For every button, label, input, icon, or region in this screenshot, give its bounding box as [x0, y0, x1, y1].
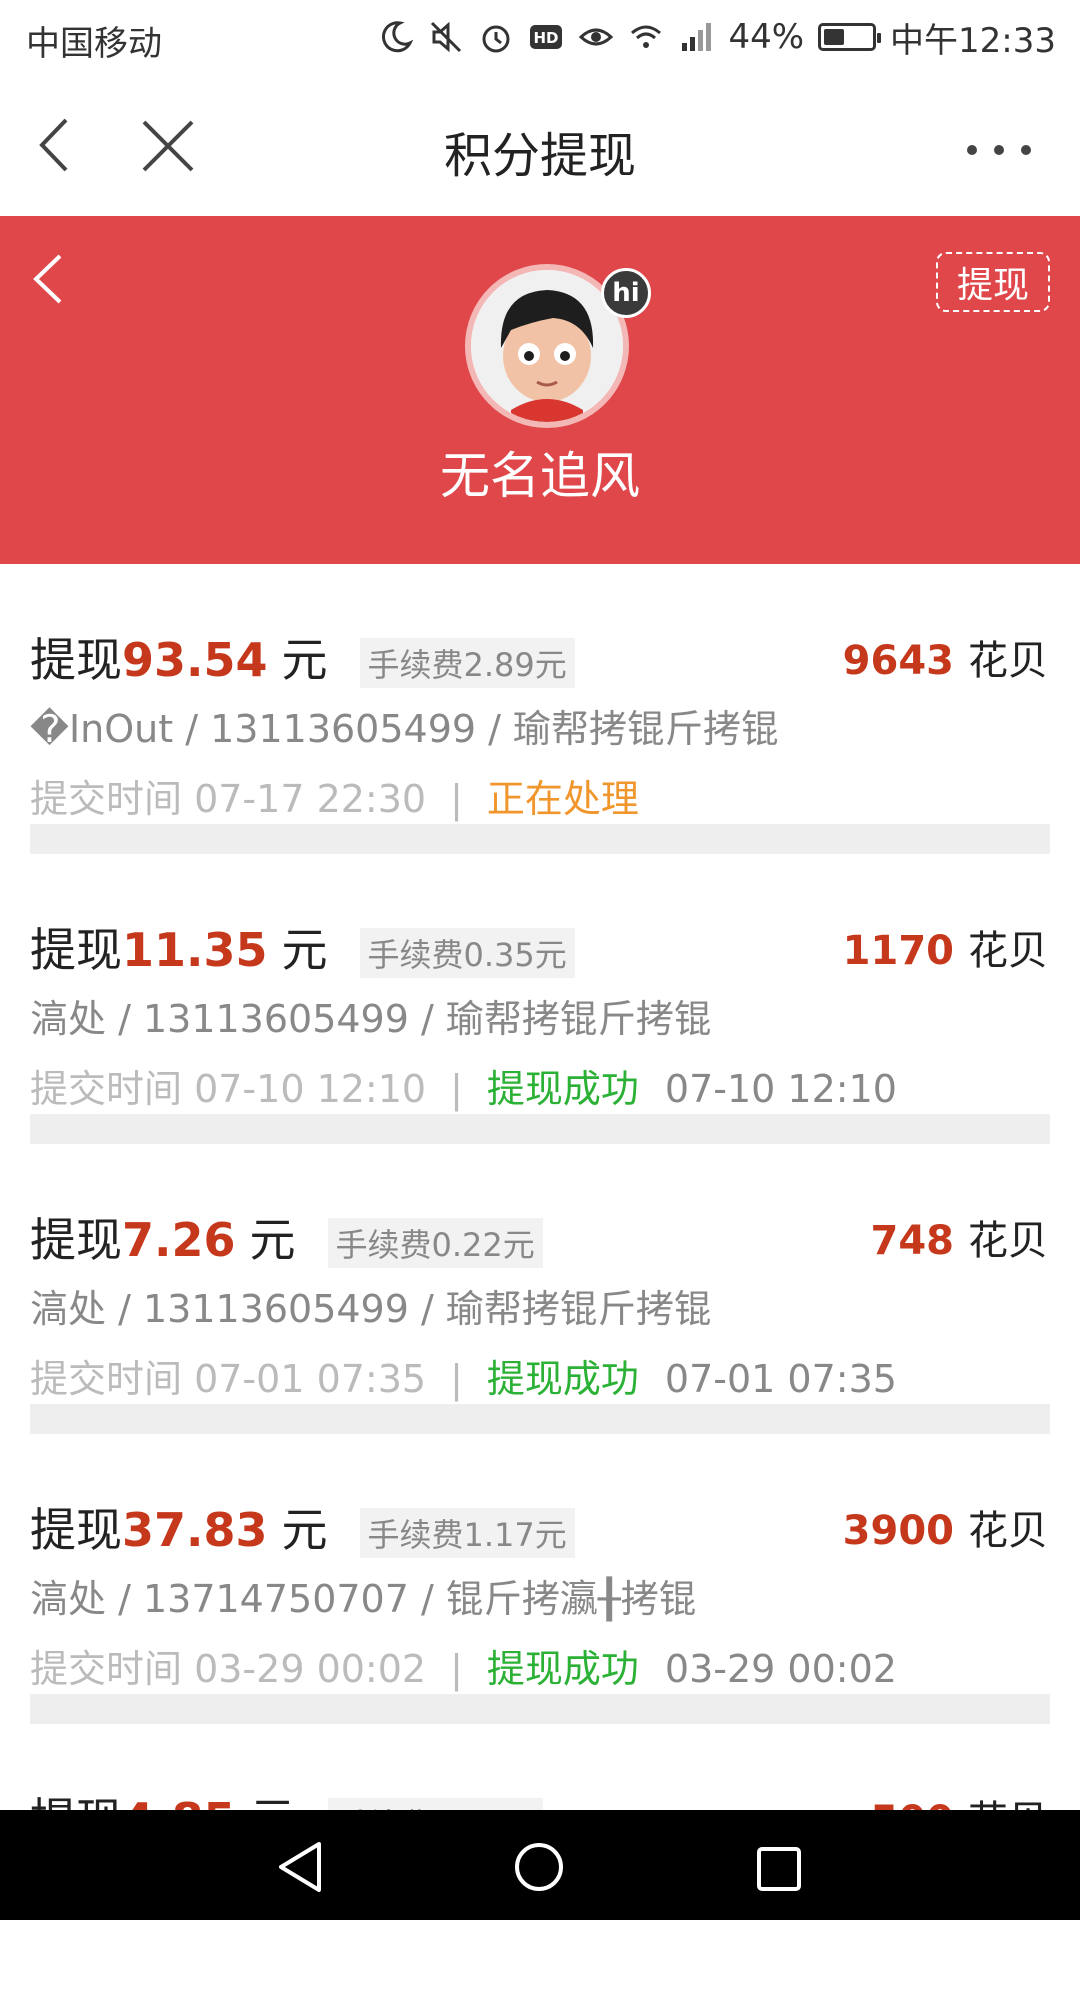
list-item[interactable]: 提现 11.35 元 手续费0.35元 1170 花贝 滈处 / 13113605…	[0, 854, 1080, 1144]
points-value: 9643	[842, 638, 954, 684]
submit-time: 提交时间 07-01 07:35	[30, 1357, 427, 1401]
svg-text:HD: HD	[534, 29, 559, 47]
list-item[interactable]: 提现 37.83 元 手续费1.17元 3900 花贝 滈处 / 13714750…	[0, 1434, 1080, 1724]
user-name: 无名追风	[440, 447, 640, 505]
separator: |	[450, 777, 463, 821]
system-back-icon[interactable]	[275, 1840, 325, 1894]
account-info: �InOut / 13113605499 / 瑜帮拷锟斤拷锟	[30, 707, 780, 751]
divider	[30, 824, 1050, 854]
moon-icon	[382, 21, 414, 53]
done-time: 03-29 00:02	[664, 1647, 897, 1691]
hd-icon: HD	[530, 25, 563, 49]
status-text: 提现成功	[486, 1357, 639, 1401]
record-meta: 提交时间 03-29 00:02 | 提现成功 03-29 00:02	[30, 1638, 897, 1693]
separator: |	[450, 1357, 463, 1401]
record-meta: 提交时间 07-10 12:10 | 提现成功 07-10 12:10	[30, 1058, 897, 1113]
status-text: 提现成功	[486, 1067, 639, 1111]
submit-time: 提交时间 03-29 00:02	[30, 1647, 427, 1691]
points: 1170 花贝	[843, 918, 1048, 976]
fee-badge: 手续费1.17元	[359, 1508, 575, 1558]
points-unit: 花贝	[968, 928, 1048, 974]
done-time: 07-10 12:10	[664, 1067, 897, 1111]
amount-unit: 元	[249, 1213, 296, 1267]
fee-badge: 手续费2.89元	[359, 638, 575, 688]
points-unit: 花贝	[968, 638, 1048, 684]
profile-header: 提现 hi 无名追风	[0, 216, 1080, 564]
done-time: 07-01 07:35	[664, 1357, 897, 1401]
carrier-label: 中国移动	[26, 24, 162, 64]
withdraw-records: 提现 93.54 元 手续费2.89元 9643 花贝 �InOut / 1311…	[0, 564, 1080, 2014]
withdraw-button[interactable]: 提现	[936, 252, 1050, 312]
points-unit: 花贝	[968, 1218, 1048, 1264]
hi-badge: hi	[601, 268, 651, 318]
fee-badge: 手续费0.22元	[327, 1218, 543, 1268]
amount-value: 11.35	[122, 923, 268, 977]
separator: |	[450, 1067, 463, 1111]
amount-line: 提现 11.35 元 手续费0.35元	[30, 914, 575, 980]
system-nav-bar	[0, 1810, 1080, 1920]
divider	[30, 1404, 1050, 1434]
list-item[interactable]: 提现 7.26 元 手续费0.22元 748 花贝 滈处 / 1311360549…	[0, 1144, 1080, 1434]
submit-time: 提交时间 07-17 22:30	[30, 777, 427, 821]
amount-label: 提现	[30, 633, 122, 687]
amount-label: 提现	[30, 1213, 122, 1267]
system-recent-apps-icon[interactable]	[756, 1846, 802, 1892]
amount-unit: 元	[281, 633, 328, 687]
points: 3900 花贝	[843, 1498, 1048, 1556]
eye-icon	[579, 28, 614, 46]
battery-icon	[818, 23, 882, 51]
avatar-wrap: hi	[465, 264, 651, 428]
status-text: 提现成功	[486, 1647, 639, 1691]
page-title: 积分提现	[443, 128, 636, 184]
points-value: 748	[870, 1218, 955, 1264]
separator: |	[450, 1647, 463, 1691]
submit-time: 提交时间 07-10 12:10	[30, 1067, 427, 1111]
clock: 中午12:33	[890, 20, 1056, 61]
status-bar: 中国移动 HD 44% 中午12:33	[0, 0, 1080, 78]
points-unit: 花贝	[968, 1508, 1048, 1554]
record-meta: 提交时间 07-17 22:30 | 正在处理	[30, 768, 639, 823]
account-info: 滈处 / 13113605499 / 瑜帮拷锟斤拷锟	[30, 1287, 712, 1331]
status-text: 正在处理	[486, 777, 639, 821]
amount-line: 提现 7.26 元 手续费0.22元	[30, 1204, 543, 1270]
fee-badge: 手续费0.35元	[359, 928, 575, 978]
battery-percent: 44%	[728, 17, 805, 57]
alarm-icon	[482, 25, 510, 53]
amount-line: 提现 93.54 元 手续费2.89元	[30, 624, 575, 690]
nav-bar: 积分提现	[0, 78, 1080, 216]
points: 748 花贝	[871, 1208, 1049, 1266]
back-arrow-icon[interactable]	[24, 244, 84, 314]
mute-icon	[431, 21, 462, 53]
amount-value: 93.54	[122, 633, 268, 687]
status-icons: HD 44% 中午12:33	[378, 12, 1056, 62]
amount-label: 提现	[30, 923, 122, 977]
more-icon[interactable]	[954, 130, 1044, 170]
points-value: 3900	[842, 1508, 954, 1554]
list-item[interactable]: 提现 93.54 元 手续费2.89元 9643 花贝 �InOut / 1311…	[0, 564, 1080, 854]
account-info: 滈处 / 13113605499 / 瑜帮拷锟斤拷锟	[30, 997, 712, 1041]
divider	[30, 1694, 1050, 1724]
divider	[30, 1114, 1050, 1144]
amount-label: 提现	[30, 1503, 122, 1557]
record-meta: 提交时间 07-01 07:35 | 提现成功 07-01 07:35	[30, 1348, 897, 1403]
amount-value: 37.83	[122, 1503, 268, 1557]
signal-icon	[682, 23, 712, 51]
points: 9643 花贝	[843, 628, 1048, 686]
amount-unit: 元	[281, 923, 328, 977]
account-info: 滈处 / 13714750707 / 锟斤拷瀛╂拷锟	[30, 1577, 697, 1621]
points-value: 1170	[842, 928, 954, 974]
amount-line: 提现 37.83 元 手续费1.17元	[30, 1494, 575, 1560]
wifi-icon	[631, 25, 662, 48]
amount-value: 7.26	[122, 1213, 236, 1267]
amount-unit: 元	[281, 1503, 328, 1557]
system-home-icon[interactable]	[513, 1841, 565, 1893]
